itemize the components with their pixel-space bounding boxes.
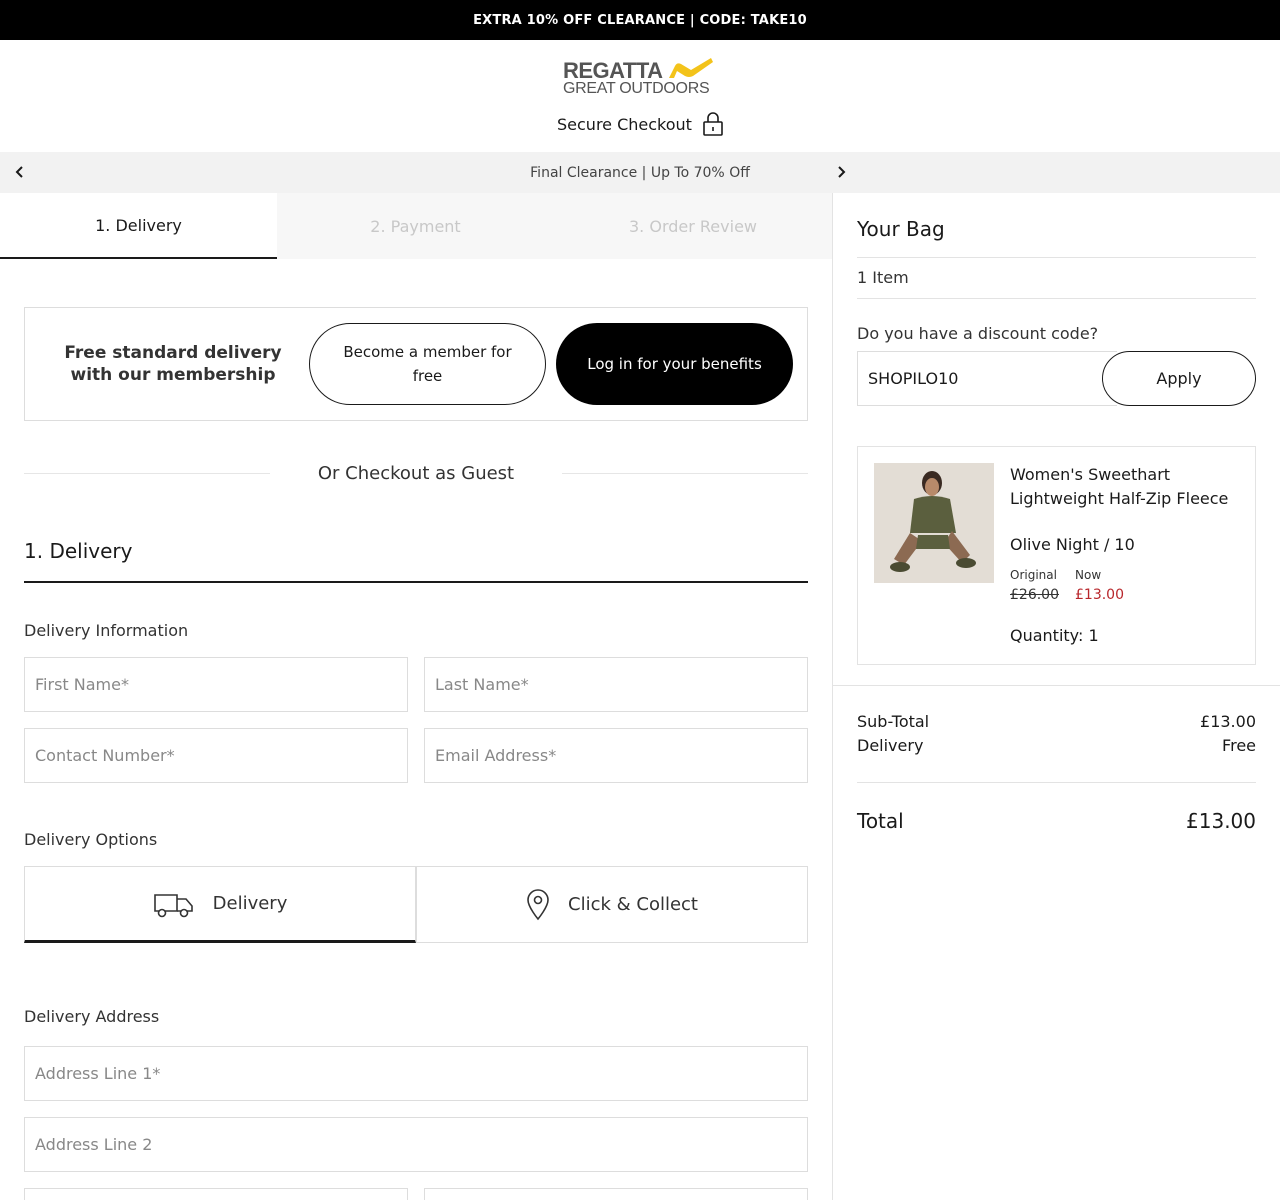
divider-line [562, 473, 808, 474]
logo-tagline: GREAT OUTDOORS [563, 80, 710, 97]
bag-title: Your Bag [857, 217, 945, 241]
delivery-truck-icon [153, 893, 193, 917]
click-collect-option-tab[interactable]: Click & Collect [416, 866, 808, 943]
sale-price: £13.00 [1075, 587, 1124, 603]
bag-summary: Your Bag 1 Item Do you have a discount c… [833, 193, 1280, 1200]
total-row: Total £13.00 [857, 809, 1256, 833]
delivery-option-label: Delivery [212, 893, 288, 914]
promo-carousel: Final Clearance | Up To 70% Off [0, 152, 1280, 193]
regatta-logo[interactable]: REGATTA GREAT OUTDOORS [563, 56, 723, 100]
address-line-2-field[interactable] [24, 1117, 808, 1172]
apply-discount-button[interactable]: Apply [1102, 351, 1256, 406]
divider [857, 782, 1256, 783]
click-collect-label: Click & Collect [568, 894, 698, 915]
address-line-1-field[interactable] [24, 1046, 808, 1101]
promo-text[interactable]: Final Clearance | Up To 70% Off [530, 165, 750, 181]
guest-divider: Or Checkout as Guest [24, 459, 808, 489]
subtotal-value: £13.00 [1200, 712, 1256, 731]
membership-panel: Free standard delivery with our membersh… [24, 307, 808, 421]
original-price: £26.00 [1010, 587, 1059, 603]
contact-number-field[interactable] [24, 728, 408, 783]
product-variant: Olive Night / 10 [1010, 535, 1135, 554]
secure-checkout-label: Secure Checkout [557, 114, 692, 134]
first-name-field[interactable] [24, 657, 408, 712]
delivery-option-tab[interactable]: Delivery [24, 866, 416, 943]
divider [857, 257, 1256, 258]
product-name[interactable]: Women's Sweethart Lightweight Half-Zip F… [1010, 463, 1240, 511]
checkout-steps: 1. Delivery 2. Payment 3. Order Review [0, 193, 832, 259]
login-button[interactable]: Log in for your benefits [556, 323, 793, 405]
total-value: £13.00 [1186, 809, 1256, 833]
product-image[interactable] [874, 463, 994, 583]
discount-code-input[interactable] [857, 351, 1117, 406]
product-photo [874, 463, 994, 583]
step-delivery[interactable]: 1. Delivery [0, 193, 277, 259]
subtotal-row: Sub-Total £13.00 [857, 712, 1256, 731]
logo-swoosh-icon [669, 58, 713, 78]
delivery-row: Delivery Free [857, 736, 1256, 755]
delivery-cost-value: Free [1222, 736, 1256, 755]
postcode-field[interactable] [424, 1188, 808, 1200]
subtotal-label: Sub-Total [857, 712, 930, 731]
divider [833, 685, 1280, 686]
discount-label: Do you have a discount code? [857, 324, 1099, 343]
location-pin-icon [527, 888, 549, 920]
product-quantity: Quantity: 1 [1010, 626, 1099, 645]
checkout-main: 1. Delivery 2. Payment 3. Order Review F… [0, 193, 832, 1200]
last-name-field[interactable] [424, 657, 808, 712]
total-label: Total [857, 809, 904, 833]
divider [857, 298, 1256, 299]
become-member-button[interactable]: Become a member for free [309, 323, 546, 405]
step-payment: 2. Payment [277, 193, 554, 259]
now-price-label: Now [1075, 568, 1102, 582]
email-field[interactable] [424, 728, 808, 783]
delivery-info-label: Delivery Information [24, 621, 189, 640]
site-header: REGATTA GREAT OUTDOORS Secure Checkout [0, 40, 1280, 152]
secure-checkout: Secure Checkout [557, 110, 724, 138]
delivery-options-label: Delivery Options [24, 830, 158, 849]
chevron-left-icon[interactable] [12, 164, 28, 180]
membership-text: Free standard delivery with our membersh… [64, 343, 282, 385]
announcement-text: EXTRA 10% OFF CLEARANCE | CODE: TAKE10 [473, 12, 807, 28]
original-price-label: Original [1010, 568, 1057, 582]
step-order-review: 3. Order Review [554, 193, 832, 259]
city-field[interactable] [24, 1188, 408, 1200]
chevron-right-icon[interactable] [833, 164, 849, 180]
delivery-section-title: 1. Delivery [24, 539, 808, 583]
announcement-bar: EXTRA 10% OFF CLEARANCE | CODE: TAKE10 [0, 0, 1280, 40]
lock-icon [703, 112, 723, 136]
delivery-address-label: Delivery Address [24, 1007, 160, 1026]
bag-item-count: 1 Item [857, 268, 909, 287]
delivery-cost-label: Delivery [857, 736, 924, 755]
bag-item-card: Women's Sweethart Lightweight Half-Zip F… [857, 446, 1256, 665]
